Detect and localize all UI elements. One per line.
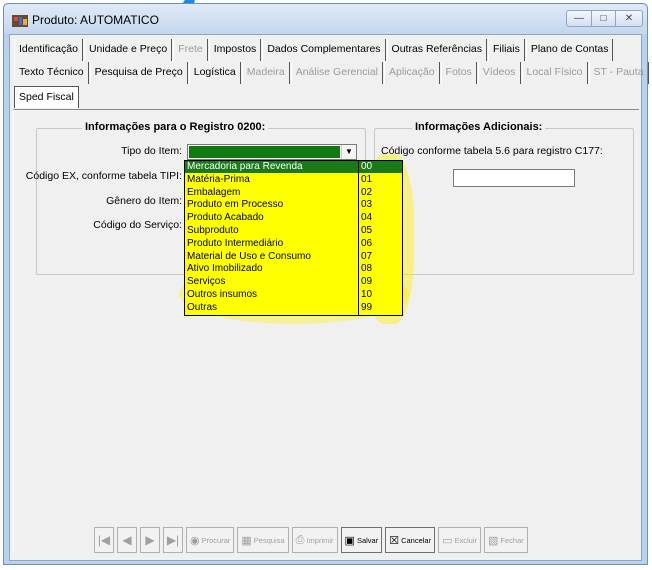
- list-item[interactable]: Subproduto 05: [185, 225, 402, 237]
- bottom-toolbar: |◀ ◀ ▶ ▶| ◉ Procurar ▦ Pesquisa ⎙ Imprimir …: [94, 526, 531, 554]
- window-title: Produto: AUTOMATICO: [32, 13, 159, 27]
- tab-dados-complementares[interactable]: Dados Complementares: [262, 39, 386, 61]
- codigo-c177-label: Código conforme tabela 5.6 para registro…: [381, 145, 603, 157]
- tipo-item-label: Tipo do Item:: [121, 145, 182, 157]
- tab-aplicacao[interactable]: Aplicação: [384, 62, 440, 84]
- tab-unidade-preco[interactable]: Unidade e Preço: [83, 39, 173, 61]
- tab-analise-gerencial[interactable]: Análise Gerencial: [290, 62, 383, 84]
- codigo-ex-label: Código EX, conforme tabela TIPI:: [25, 170, 182, 182]
- trash-icon: ▭: [442, 534, 453, 547]
- tab-row-2: Texto Técnico Pesquisa de Preço Logístic…: [14, 62, 650, 84]
- tab-st-pauta[interactable]: ST - Pauta: [588, 62, 649, 84]
- product-window: Produto: AUTOMATICO — □ ✕ Identificação …: [3, 3, 650, 565]
- procurar-button[interactable]: ◉ Procurar: [186, 527, 235, 553]
- maximize-icon: □: [600, 13, 607, 24]
- tab-identificacao[interactable]: Identificação: [14, 39, 83, 61]
- save-icon: ▣: [344, 534, 355, 547]
- list-item[interactable]: Ativo Imobilizado 08: [185, 263, 402, 275]
- list-item[interactable]: Mercadoria para Revenda 00: [185, 161, 402, 173]
- fechar-button[interactable]: ▧ Fechar: [484, 527, 528, 553]
- tab-outras-referencias[interactable]: Outras Referências: [386, 39, 487, 61]
- last-record-button[interactable]: ▶|: [163, 527, 183, 553]
- first-icon: |◀: [97, 533, 111, 547]
- tab-fotos[interactable]: Fotos: [440, 62, 477, 84]
- group-title-adicionais: Informações Adicionais:: [412, 121, 546, 133]
- dropdown-column-divider: [358, 161, 359, 315]
- list-item[interactable]: Outros insumos 10: [185, 289, 402, 301]
- list-item[interactable]: Produto Acabado 04: [185, 212, 402, 224]
- previous-icon: ◀: [122, 533, 132, 547]
- tab-pesquisa-preco[interactable]: Pesquisa de Preço: [89, 62, 188, 84]
- imprimir-button[interactable]: ⎙ Imprimir: [291, 527, 338, 553]
- chevron-down-icon[interactable]: ▼: [341, 145, 356, 159]
- tab-videos[interactable]: Vídeos: [477, 62, 521, 84]
- tab-impostos[interactable]: Impostos: [208, 39, 262, 61]
- tab-plano-contas[interactable]: Plano de Contas: [525, 39, 614, 61]
- tipo-item-selected-value: [189, 146, 340, 158]
- genero-item-label: Gênero do Item:: [106, 195, 182, 207]
- minimize-icon: —: [574, 13, 584, 24]
- minimize-button[interactable]: —: [566, 10, 592, 27]
- tab-row-1: Identificação Unidade e Preço Frete Impo…: [14, 39, 614, 61]
- previous-record-button[interactable]: ◀: [117, 527, 137, 553]
- tab-sped-fiscal[interactable]: Sped Fiscal: [14, 86, 79, 108]
- codigo-c177-input[interactable]: [453, 169, 575, 187]
- app-icon: [12, 15, 28, 27]
- tab-madeira[interactable]: Madeira: [241, 62, 290, 84]
- tipo-item-select[interactable]: ▼: [187, 144, 357, 160]
- close-button[interactable]: ✕: [615, 10, 643, 27]
- tab-texto-tecnico[interactable]: Texto Técnico: [14, 62, 89, 84]
- pesquisa-button[interactable]: ▦ Pesquisa: [237, 527, 289, 553]
- tab-local-fisico[interactable]: Local Físico: [521, 62, 588, 84]
- tab-row-3: Sped Fiscal: [14, 86, 80, 108]
- codigo-servico-label: Código do Serviço:: [93, 219, 182, 231]
- cancelar-button[interactable]: ☒ Cancelar: [385, 527, 436, 553]
- list-item[interactable]: Produto Intermediário 06: [185, 238, 402, 250]
- list-item[interactable]: Material de Uso e Consumo 07: [185, 251, 402, 263]
- last-icon: ▶|: [166, 533, 180, 547]
- list-item[interactable]: Serviços 09: [185, 276, 402, 288]
- list-item[interactable]: Produto em Processo 03: [185, 199, 402, 211]
- next-icon: ▶: [145, 533, 155, 547]
- close-icon: ✕: [624, 13, 634, 24]
- list-item[interactable]: Outras 99: [185, 302, 402, 314]
- cancel-icon: ☒: [389, 534, 400, 547]
- title-bar[interactable]: Produto: AUTOMATICO — □ ✕: [4, 4, 647, 34]
- tipo-item-dropdown-list[interactable]: Mercadoria para Revenda 00 Matéria-Prima 0…: [184, 160, 403, 316]
- exit-icon: ▧: [488, 534, 499, 547]
- grid-icon: ▦: [241, 534, 252, 547]
- excluir-button[interactable]: ▭ Excluir: [438, 527, 482, 553]
- salvar-button[interactable]: ▣ Salvar: [340, 527, 383, 553]
- tab-frete[interactable]: Frete: [173, 39, 208, 61]
- group-title-registro-0200: Informações para o Registro 0200:: [82, 121, 269, 133]
- first-record-button[interactable]: |◀: [94, 527, 114, 553]
- list-item[interactable]: Matéria-Prima 01: [185, 174, 402, 186]
- tab-filiais[interactable]: Filiais: [488, 39, 525, 61]
- next-record-button[interactable]: ▶: [140, 527, 160, 553]
- tab-logistica[interactable]: Logística: [188, 62, 241, 84]
- binoculars-icon: ◉: [190, 534, 200, 547]
- printer-icon: ⎙: [295, 533, 305, 546]
- list-item[interactable]: Embalagem 02: [185, 187, 402, 199]
- maximize-button[interactable]: □: [591, 10, 616, 27]
